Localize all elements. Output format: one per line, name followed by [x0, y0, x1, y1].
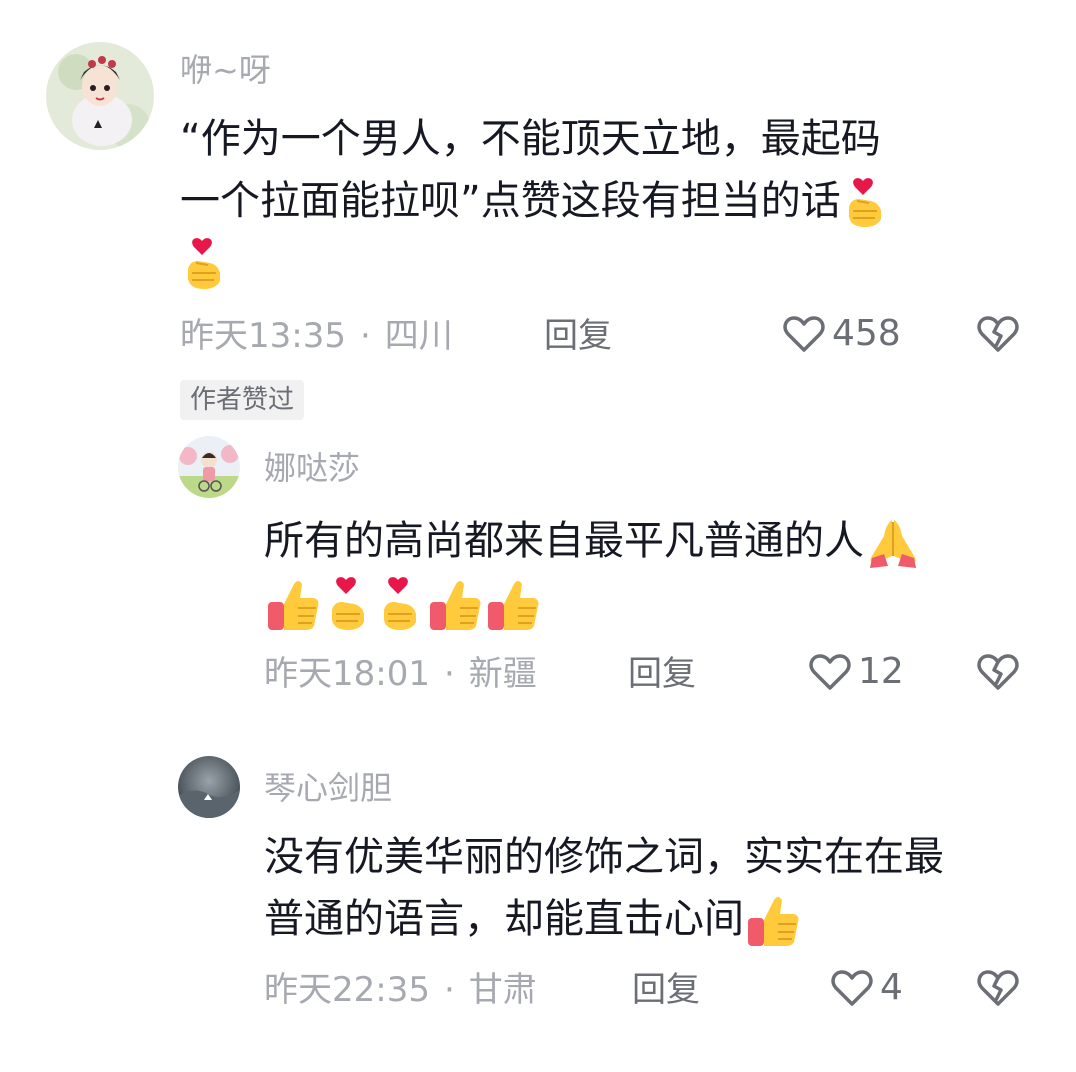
broken-heart-icon [977, 654, 1019, 690]
finger-heart-icon [180, 237, 226, 293]
avatar[interactable] [178, 436, 240, 498]
avatar-image [178, 756, 240, 818]
avatar-image [46, 42, 154, 150]
avatar[interactable] [46, 42, 154, 150]
finger-heart-icon [374, 576, 426, 634]
comment-line-text: 普通的语言，却能直击心间 [264, 896, 744, 942]
finger-heart-icon [841, 177, 887, 229]
comment-line: 一个拉面能拉呗”点赞这段有担当的话 [180, 170, 887, 232]
username[interactable]: 琴心剑胆 [264, 768, 392, 808]
comment-meta: 昨天18:01 · 新疆 [264, 652, 537, 696]
timestamp: 昨天13:35 [180, 316, 346, 356]
like-button[interactable]: 458 [782, 312, 901, 356]
heart-outline-icon [809, 654, 851, 690]
broken-heart-icon [977, 970, 1019, 1006]
location: 新疆 [468, 654, 537, 694]
like-button[interactable]: 12 [808, 650, 904, 694]
author-liked-badge: 作者赞过 [180, 380, 305, 420]
like-button[interactable]: 4 [830, 966, 903, 1010]
comment-text: 所有的高尚都来自最平凡普通的人 [264, 510, 922, 644]
like-count: 458 [832, 313, 901, 354]
thumbs-up-icon [744, 892, 802, 950]
comment-line: 所有的高尚都来自最平凡普通的人 [264, 510, 922, 572]
comment-meta: 昨天22:35 · 甘肃 [264, 968, 537, 1012]
comment-line: 没有优美华丽的修饰之词，实实在在最 [264, 834, 944, 880]
meta-separator: · [359, 316, 371, 356]
comment-text: 没有优美华丽的修饰之词，实实在在最 普通的语言，却能直击心间 [264, 826, 944, 950]
dislike-button[interactable] [976, 314, 1020, 358]
meta-separator: · [443, 970, 455, 1010]
comment-item: 琴心剑胆 没有优美华丽的修饰之词，实实在在最 普通的语言，却能直击心间 昨天22… [0, 750, 1076, 1050]
reply-button[interactable]: 回复 [628, 652, 696, 696]
folded-hands-icon [864, 516, 922, 570]
heart-outline-icon [783, 316, 825, 352]
avatar[interactable] [178, 756, 240, 818]
location: 甘肃 [468, 970, 537, 1010]
comment-item: 咿~呀 “作为一个男人，不能顶天立地，最起码 一个拉面能拉呗”点赞这段有担当的话… [0, 0, 1076, 430]
comment-item: 娜哒莎 所有的高尚都来自最平凡普通的人 昨天18:01 · 新疆 回复 12 [0, 430, 1076, 730]
username[interactable]: 娜哒莎 [264, 448, 360, 488]
avatar-image [178, 436, 240, 498]
username[interactable]: 咿~呀 [180, 50, 271, 90]
comment-line-text: 所有的高尚都来自最平凡普通的人 [264, 518, 864, 564]
thumbs-up-icon [484, 576, 542, 634]
location: 四川 [384, 316, 453, 356]
dislike-button[interactable] [976, 968, 1020, 1012]
broken-heart-icon [977, 316, 1019, 352]
emoji-row [264, 572, 922, 644]
comment-line: 普通的语言，却能直击心间 [264, 888, 944, 950]
timestamp: 昨天18:01 [264, 654, 430, 694]
thumbs-up-icon [264, 576, 322, 634]
comment-text: “作为一个男人，不能顶天立地，最起码 一个拉面能拉呗”点赞这段有担当的话 [180, 108, 887, 294]
timestamp: 昨天22:35 [264, 970, 430, 1010]
emoji-row [180, 232, 887, 294]
reply-button[interactable]: 回复 [544, 314, 612, 358]
like-count: 4 [880, 967, 903, 1008]
comment-line-text: 一个拉面能拉呗”点赞这段有担当的话 [180, 178, 841, 224]
comment-meta: 昨天13:35 · 四川 [180, 314, 453, 358]
dislike-button[interactable] [976, 652, 1020, 696]
like-count: 12 [858, 651, 904, 692]
comment-line: “作为一个男人，不能顶天立地，最起码 [180, 116, 881, 162]
reply-button[interactable]: 回复 [632, 968, 700, 1012]
heart-outline-icon [831, 970, 873, 1006]
finger-heart-icon [322, 576, 374, 634]
meta-separator: · [443, 654, 455, 694]
thumbs-up-icon [426, 576, 484, 634]
